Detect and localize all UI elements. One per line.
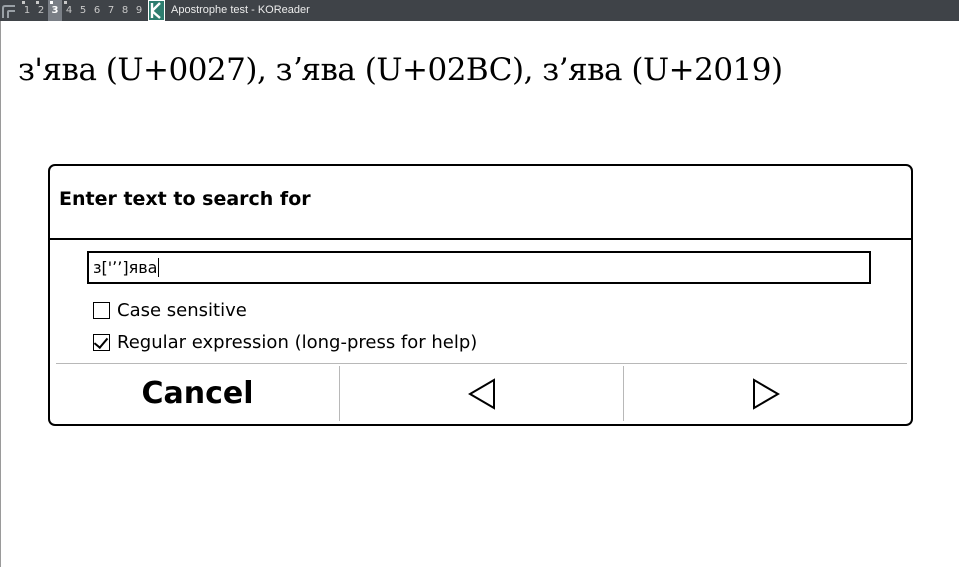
window-title: Apostrophe test - KOReader (171, 4, 310, 16)
regex-option[interactable]: Regular expression (long-press for help) (93, 330, 477, 354)
search-input-value: з['ʼ’]ява (93, 258, 158, 277)
title-separator (50, 238, 911, 240)
workspace-6[interactable]: 6 (90, 0, 104, 21)
workspace-switcher: 1 2 3 4 5 6 7 8 9 (20, 0, 146, 21)
search-dialog: Enter text to search for з['ʼ’]ява Case … (48, 164, 913, 426)
search-input[interactable]: з['ʼ’]ява (93, 253, 160, 282)
cancel-button[interactable]: Cancel (56, 366, 339, 421)
triangle-right-icon (752, 377, 780, 410)
search-input-box[interactable]: з['ʼ’]ява (87, 251, 871, 284)
text-cursor (158, 257, 160, 277)
workspace-3[interactable]: 3 (48, 0, 62, 21)
search-previous-button[interactable] (340, 366, 623, 421)
regex-label: Regular expression (long-press for help) (117, 331, 478, 353)
workspace-9[interactable]: 9 (132, 0, 146, 21)
workspace-7[interactable]: 7 (104, 0, 118, 21)
case-sensitive-label: Case sensitive (117, 299, 247, 321)
case-sensitive-option[interactable]: Case sensitive (93, 298, 247, 322)
workspace-8[interactable]: 8 (118, 0, 132, 21)
document-text-line: з'ява (U+0027), зʼява (U+02BC), з’ява (U… (18, 52, 783, 88)
window-left-border (0, 21, 1, 567)
koreader-app-icon (148, 0, 165, 21)
button-row-separator (56, 363, 907, 364)
workspace-1[interactable]: 1 (20, 0, 34, 21)
window-titlebar: 1 2 3 4 5 6 7 8 9 Apostrophe test - KORe… (0, 0, 959, 21)
dialog-title: Enter text to search for (59, 188, 311, 210)
window-manager-icon (2, 5, 15, 18)
cancel-button-label: Cancel (141, 376, 254, 411)
workspace-2[interactable]: 2 (34, 0, 48, 21)
case-sensitive-checkbox[interactable] (93, 301, 110, 319)
checkmark-icon (93, 333, 109, 349)
triangle-left-icon (467, 377, 495, 410)
workspace-5[interactable]: 5 (76, 0, 90, 21)
regex-checkbox[interactable] (93, 333, 110, 351)
workspace-4[interactable]: 4 (62, 0, 76, 21)
search-next-button[interactable] (624, 366, 907, 421)
